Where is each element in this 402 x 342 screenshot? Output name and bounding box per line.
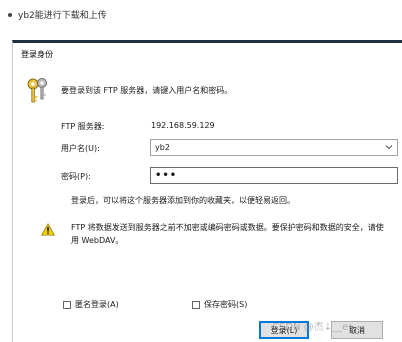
password-dots: ••• <box>155 170 178 181</box>
csdn-watermark: CSDN @杰↓__er <box>272 322 353 333</box>
bullet-dot <box>8 12 12 17</box>
note-line: yb2能进行下载和上传 <box>8 8 107 21</box>
save-password-label: 保存密码(S) <box>204 300 248 309</box>
dialog-title: 登录身份 <box>21 50 53 59</box>
server-label: FTP 服务器: <box>61 122 105 131</box>
username-value: yb2 <box>155 143 170 152</box>
keys-icon <box>27 78 47 103</box>
server-value: 192.168.59.129 <box>151 121 215 130</box>
anonymous-login-checkbox[interactable]: 匿名登录(A) <box>63 299 119 310</box>
anonymous-login-label: 匿名登录(A) <box>75 300 119 309</box>
username-combobox[interactable]: yb2 <box>150 139 398 156</box>
checkbox-box[interactable] <box>63 300 71 309</box>
note-text: yb2能进行下载和上传 <box>18 11 107 21</box>
hint-text: 登录后，可以将这个服务器添加到你的收藏夹，以便轻易返回。 <box>71 196 295 205</box>
intro-text: 要登录到该 FTP 服务器，请键入用户名和密码。 <box>61 86 233 95</box>
password-field[interactable]: ••• <box>150 167 398 184</box>
chevron-down-icon[interactable] <box>385 143 393 151</box>
password-label: 密码(P): <box>61 172 91 181</box>
login-dialog: 登录身份 要登录到该 FTP 服务器，请键入用户名和密码。 FTP 服务器: 1… <box>12 40 402 342</box>
save-password-checkbox[interactable]: 保存密码(S) <box>192 299 247 310</box>
username-label: 用户名(U): <box>61 144 100 153</box>
warning-icon <box>41 223 55 236</box>
checkbox-box[interactable] <box>192 300 200 309</box>
warning-text: FTP 将数据发送到服务器之前不加密或编码密码或数据。要保护密码和数据的安全，请… <box>71 223 384 245</box>
